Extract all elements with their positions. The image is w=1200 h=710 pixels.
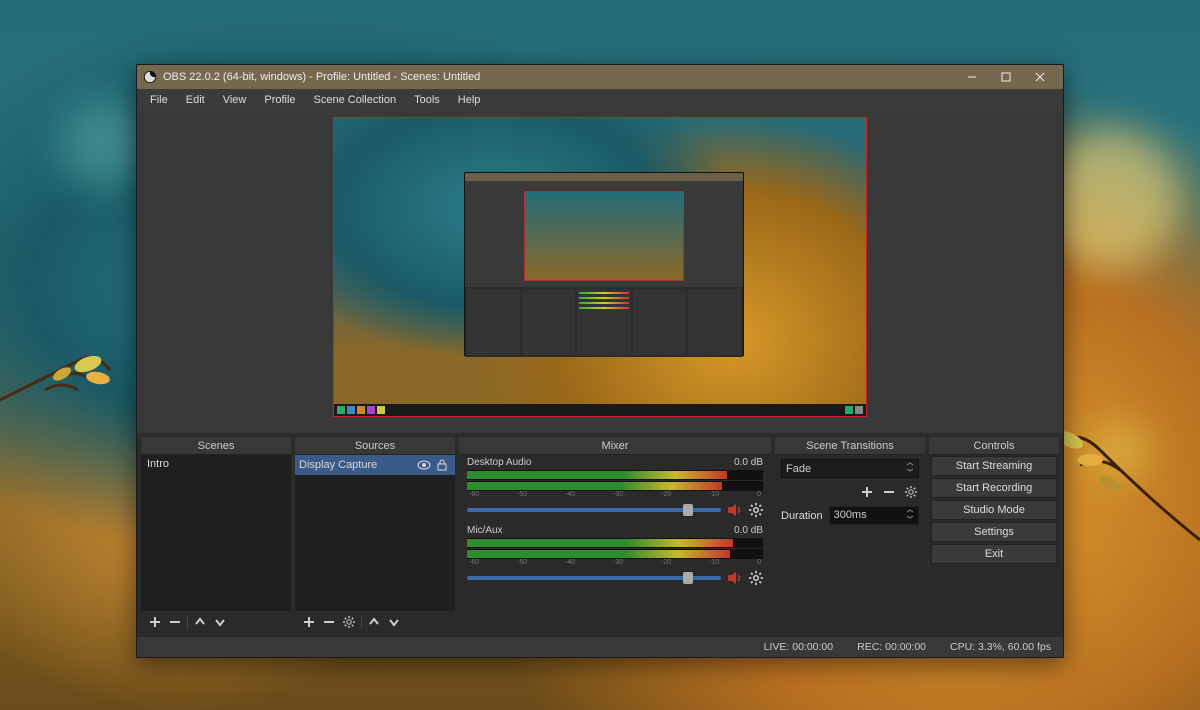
source-item[interactable]: Display Capture [295,455,455,475]
exit-button[interactable]: Exit [931,544,1057,564]
visibility-icon[interactable] [415,457,433,473]
channel-name: Desktop Audio [467,457,532,468]
titlebar[interactable]: OBS 22.0.2 (64-bit, windows) - Profile: … [137,65,1063,89]
lock-icon[interactable] [433,457,451,473]
scene-item[interactable]: Intro [141,455,291,473]
audio-meter: -60-50-40-30-20-100 [467,549,763,559]
status-cpu: CPU: 3.3%, 60.00 fps [950,641,1051,653]
duration-label: Duration [781,510,823,522]
transitions-panel: Scene Transitions Fade Duration 300ms [775,437,925,633]
volume-slider[interactable] [467,576,721,580]
mixer-channel: Mic/Aux 0.0 dB -60-50-40-30-20-100 [459,523,771,591]
transition-add-button[interactable] [859,484,875,500]
mixer-panel: Mixer Desktop Audio 0.0 dB -60-50-40-30-… [459,437,771,633]
menu-profile[interactable]: Profile [255,91,304,109]
maximize-button[interactable] [989,65,1023,89]
channel-db: 0.0 dB [734,525,763,536]
scene-add-button[interactable] [147,614,163,630]
gear-icon[interactable] [749,503,763,517]
obs-app-icon [143,70,157,84]
menu-edit[interactable]: Edit [177,91,214,109]
scene-up-button[interactable] [192,614,208,630]
source-add-button[interactable] [301,614,317,630]
transition-select[interactable]: Fade [781,459,919,478]
source-up-button[interactable] [366,614,382,630]
scenes-header: Scenes [141,437,291,455]
preview-area [137,111,1063,433]
controls-panel: Controls Start Streaming Start Recording… [929,437,1059,633]
volume-slider[interactable] [467,508,721,512]
preview-canvas[interactable] [333,117,867,417]
nested-preview [464,172,744,356]
source-label: Display Capture [299,459,415,471]
menu-file[interactable]: File [141,91,177,109]
transition-properties-button[interactable] [903,484,919,500]
scenes-panel: Scenes Intro [141,437,291,633]
channel-name: Mic/Aux [467,525,503,536]
obs-window: OBS 22.0.2 (64-bit, windows) - Profile: … [136,64,1064,658]
duration-value: 300ms [834,509,867,522]
controls-header: Controls [929,437,1059,455]
channel-db: 0.0 dB [734,457,763,468]
menu-view[interactable]: View [214,91,256,109]
settings-button[interactable]: Settings [931,522,1057,542]
menubar: File Edit View Profile Scene Collection … [137,89,1063,111]
background-leaves [0,330,120,470]
status-rec: REC: 00:00:00 [857,641,926,653]
transitions-header: Scene Transitions [775,437,925,455]
speaker-icon[interactable] [727,571,743,585]
mixer-channel: Desktop Audio 0.0 dB -60-50-40-30-20-100 [459,455,771,523]
duration-input[interactable]: 300ms [829,506,919,525]
source-down-button[interactable] [386,614,402,630]
dropdown-icon [906,462,914,475]
speaker-icon[interactable] [727,503,743,517]
audio-meter [467,538,763,548]
audio-meter: -60-50-40-30-20-100 [467,481,763,491]
start-streaming-button[interactable]: Start Streaming [931,456,1057,476]
transition-value: Fade [786,463,811,475]
scene-remove-button[interactable] [167,614,183,630]
bottom-panels: Scenes Intro Sources Display Capture [137,433,1063,637]
start-recording-button[interactable]: Start Recording [931,478,1057,498]
close-button[interactable] [1023,65,1057,89]
source-remove-button[interactable] [321,614,337,630]
transition-remove-button[interactable] [881,484,897,500]
sources-header: Sources [295,437,455,455]
mixer-header: Mixer [459,437,771,455]
background-leaves [1040,400,1200,580]
menu-tools[interactable]: Tools [405,91,449,109]
scene-down-button[interactable] [212,614,228,630]
source-properties-button[interactable] [341,614,357,630]
audio-meter [467,470,763,480]
window-title: OBS 22.0.2 (64-bit, windows) - Profile: … [163,71,955,83]
menu-help[interactable]: Help [449,91,490,109]
sources-panel: Sources Display Capture [295,437,455,633]
menu-scene-collection[interactable]: Scene Collection [305,91,406,109]
statusbar: LIVE: 00:00:00 REC: 00:00:00 CPU: 3.3%, … [137,637,1063,657]
spinner-icon[interactable] [906,509,914,522]
preview-taskbar [334,404,866,416]
status-live: LIVE: 00:00:00 [764,641,833,653]
minimize-button[interactable] [955,65,989,89]
studio-mode-button[interactable]: Studio Mode [931,500,1057,520]
gear-icon[interactable] [749,571,763,585]
